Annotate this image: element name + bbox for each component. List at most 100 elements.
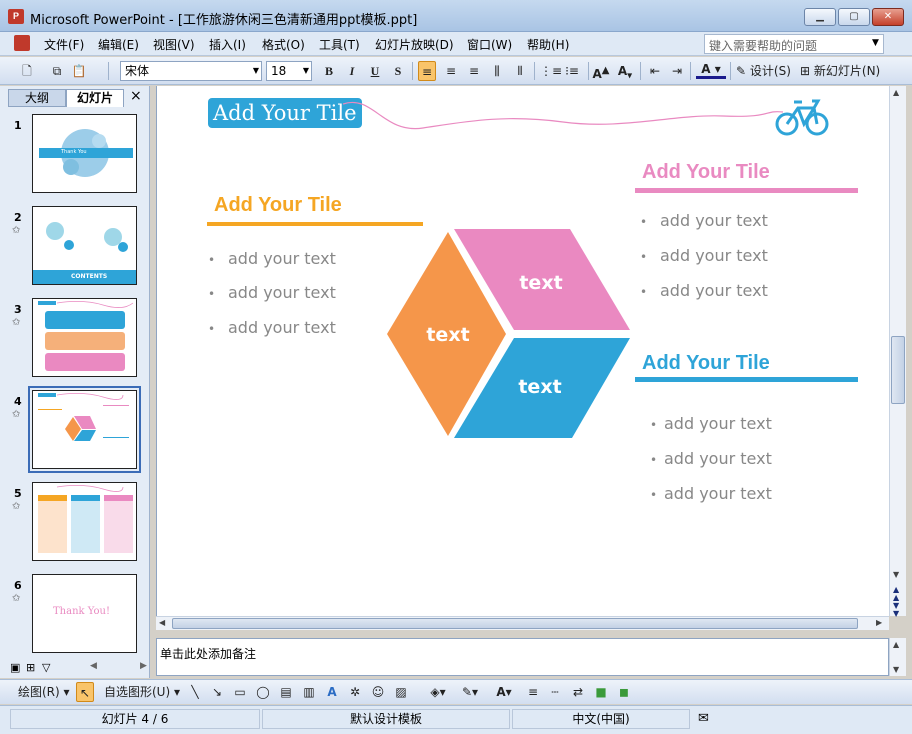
new-slide-button[interactable]: ⊞ 新幻灯片(N): [800, 61, 890, 81]
panel-scroll-left-icon[interactable]: ◀: [90, 661, 97, 671]
menu-tools[interactable]: 工具(T): [319, 36, 360, 53]
slide-thumbnail-2[interactable]: CONTENTS: [32, 206, 137, 285]
align-right-icon[interactable]: ≡: [465, 61, 483, 81]
scroll-thumb[interactable]: [891, 336, 905, 404]
right-top-section-title[interactable]: Add Your Tile: [642, 161, 770, 184]
scroll-down-icon[interactable]: ▼: [893, 665, 899, 674]
bullets-icon[interactable]: ⁝≡: [563, 61, 581, 81]
right-top-list-item[interactable]: • add your text: [640, 246, 768, 265]
powerpoint-app-icon[interactable]: P: [8, 9, 24, 24]
slide-thumbnail-4[interactable]: [28, 386, 141, 473]
scroll-up-icon[interactable]: ▲: [893, 88, 899, 97]
clipart-icon[interactable]: ☺: [369, 682, 387, 702]
hscroll-thumb[interactable]: [172, 618, 858, 629]
decrease-indent-icon[interactable]: ⇤: [646, 61, 664, 81]
align-left-icon[interactable]: ≡: [418, 61, 436, 81]
left-list-item[interactable]: • add your text: [208, 318, 336, 337]
spelling-check-icon[interactable]: ✉: [698, 711, 709, 726]
line-tool-icon[interactable]: ╲: [186, 682, 204, 702]
draw-menu-button[interactable]: 绘图(R) ▾: [18, 682, 72, 702]
right-bottom-list-item[interactable]: • add your text: [650, 449, 772, 468]
picture-icon[interactable]: ▨: [392, 682, 410, 702]
right-bottom-list-item[interactable]: • add your text: [650, 414, 772, 433]
slideshow-view-icon[interactable]: ▽: [42, 661, 50, 674]
horizontal-scrollbar[interactable]: ◀ ▶: [156, 616, 889, 630]
rectangle-tool-icon[interactable]: ▭: [231, 682, 249, 702]
close-button[interactable]: ✕: [872, 8, 904, 26]
paste-icon[interactable]: 📋: [70, 61, 88, 81]
normal-view-icon[interactable]: ▣: [10, 661, 20, 674]
cube-left-text[interactable]: text: [426, 324, 469, 346]
italic-button[interactable]: I: [343, 61, 361, 81]
copy-icon[interactable]: ⧉: [48, 61, 66, 81]
scroll-right-icon[interactable]: ▶: [876, 618, 882, 627]
line-color-icon[interactable]: ✎▾: [456, 682, 484, 702]
right-top-list-item[interactable]: • add your text: [640, 211, 768, 230]
notes-pane[interactable]: 单击此处添加备注: [156, 638, 889, 676]
wordart-icon[interactable]: A: [323, 682, 341, 702]
textbox-tool-icon[interactable]: ▤: [277, 682, 295, 702]
cube-bottom-text[interactable]: text: [518, 376, 561, 398]
slide-top-title[interactable]: Add Your Tile: [208, 98, 362, 128]
shadow-style-icon[interactable]: ■: [592, 682, 610, 702]
menu-window[interactable]: 窗口(W): [467, 36, 512, 53]
right-top-list-item[interactable]: • add your text: [640, 281, 768, 300]
scroll-up-icon[interactable]: ▲: [893, 640, 899, 649]
menu-file[interactable]: 文件(F): [44, 36, 84, 53]
oval-tool-icon[interactable]: ◯: [254, 682, 272, 702]
menu-edit[interactable]: 编辑(E): [98, 36, 139, 53]
font-size-select[interactable]: 18 ▼: [266, 61, 312, 81]
left-list-item[interactable]: • add your text: [208, 249, 336, 268]
underline-button[interactable]: U: [366, 61, 384, 81]
right-bottom-section-title[interactable]: Add Your Tile: [642, 352, 770, 375]
line-style-icon[interactable]: ≡: [524, 682, 542, 702]
help-dropdown-icon[interactable]: ▼: [872, 38, 879, 48]
vertical-scrollbar[interactable]: ▲ ▼ ▲ ▲ ▼ ▼: [889, 86, 906, 618]
increase-font-icon[interactable]: A▲: [592, 61, 610, 81]
new-document-icon[interactable]: 🗋: [18, 61, 36, 81]
increase-indent-icon[interactable]: ⇥: [668, 61, 686, 81]
dash-style-icon[interactable]: ┄: [546, 682, 564, 702]
vertical-textbox-icon[interactable]: ▥: [300, 682, 318, 702]
diagram-icon[interactable]: ✲: [346, 682, 364, 702]
arrow-tool-icon[interactable]: ↘: [208, 682, 226, 702]
previous-slide-icon[interactable]: ▲ ▲: [893, 586, 899, 602]
3d-style-icon[interactable]: ◼: [615, 682, 633, 702]
menu-insert[interactable]: 插入(I): [209, 36, 246, 53]
status-language[interactable]: 中文(中国): [512, 709, 690, 729]
cube-top-text[interactable]: text: [519, 272, 562, 294]
text-color-icon[interactable]: A▾: [490, 682, 518, 702]
minimize-button[interactable]: ▁: [804, 8, 836, 26]
decrease-font-icon[interactable]: A▾: [616, 61, 634, 81]
document-icon[interactable]: [14, 35, 30, 51]
panel-scroll-right-icon[interactable]: ▶: [140, 661, 147, 671]
menu-slideshow[interactable]: 幻灯片放映(D): [375, 36, 454, 53]
text-direction-icon[interactable]: ⫴: [511, 61, 529, 81]
select-pointer-icon[interactable]: ↖: [76, 682, 94, 702]
slide-thumbnail-1[interactable]: Thank You: [32, 114, 137, 193]
autoshape-menu-button[interactable]: 自选图形(U) ▾: [104, 682, 184, 702]
slide-thumbnail-6[interactable]: Thank You!: [32, 574, 137, 653]
left-section-title[interactable]: Add Your Tile: [214, 194, 342, 217]
maximize-button[interactable]: ▢: [838, 8, 870, 26]
align-center-icon[interactable]: ≡: [442, 61, 460, 81]
scroll-down-icon[interactable]: ▼: [893, 570, 899, 579]
shadow-button[interactable]: S: [389, 61, 407, 81]
left-list-item[interactable]: • add your text: [208, 283, 336, 302]
close-panel-icon[interactable]: ×: [130, 88, 142, 104]
arrow-style-icon[interactable]: ⇄: [569, 682, 587, 702]
font-color-icon[interactable]: A ▾: [696, 61, 726, 79]
bold-button[interactable]: B: [320, 61, 338, 81]
slide-sorter-icon[interactable]: ⊞: [26, 661, 35, 674]
notes-scrollbar[interactable]: ▲ ▼: [889, 638, 906, 676]
tab-outline[interactable]: 大纲: [8, 89, 66, 107]
distribute-icon[interactable]: ⫼: [488, 61, 506, 81]
menu-format[interactable]: 格式(O): [262, 36, 305, 53]
help-search-input[interactable]: 键入需要帮助的问题: [704, 34, 884, 54]
design-button[interactable]: ✎ 设计(S): [736, 61, 798, 81]
status-template[interactable]: 默认设计模板: [262, 709, 510, 729]
next-slide-icon[interactable]: ▼ ▼: [893, 602, 899, 618]
font-name-select[interactable]: 宋体 ▼: [120, 61, 262, 81]
menu-help[interactable]: 帮助(H): [527, 36, 569, 53]
slide-thumbnail-3[interactable]: [32, 298, 137, 377]
